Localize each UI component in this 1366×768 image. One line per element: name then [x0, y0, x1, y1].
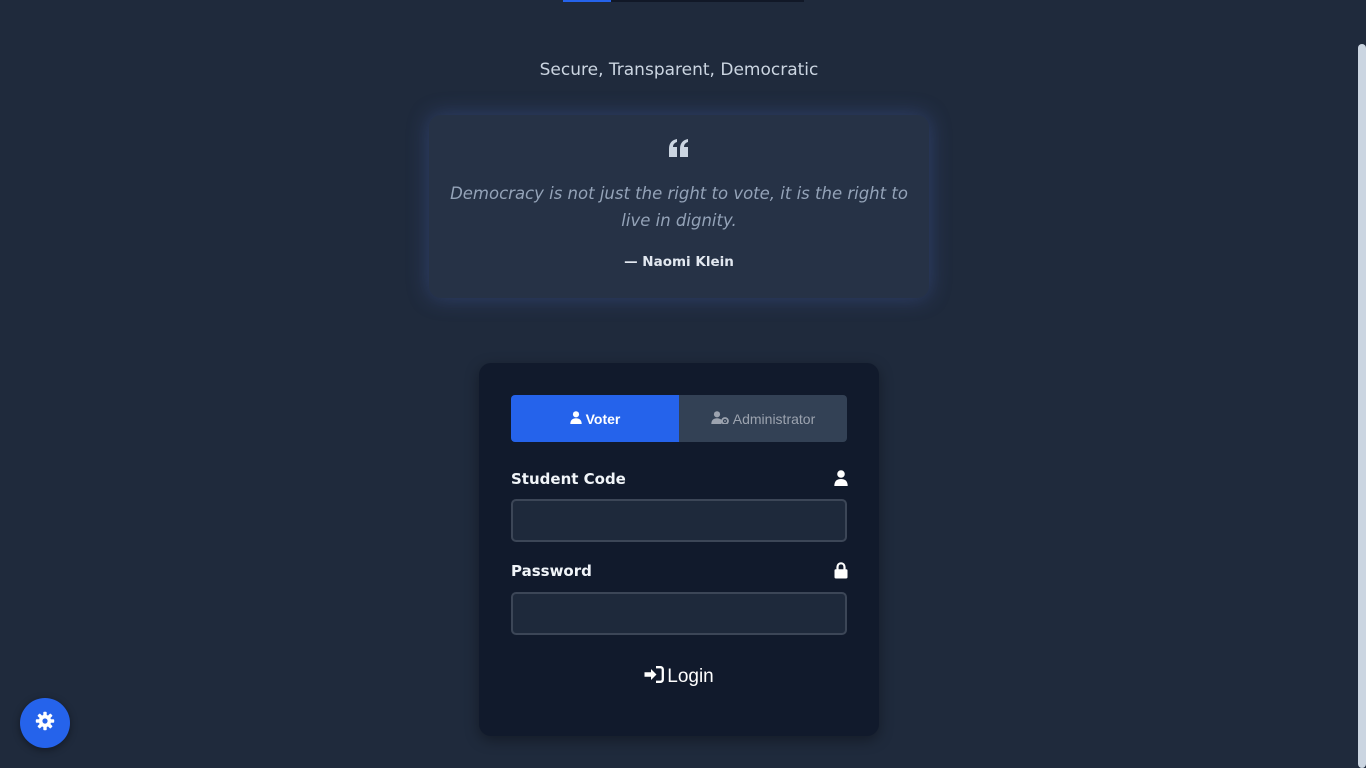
tab-voter-label: Voter [585, 410, 621, 427]
user-icon [569, 410, 582, 427]
tab-voter[interactable]: Voter [511, 395, 679, 442]
page: Secure, Transparent, Democratic Democrac… [0, 0, 1366, 768]
top-progress-strip [563, 0, 804, 2]
tagline: Secure, Transparent, Democratic [539, 60, 819, 80]
tab-administrator-label: Administrator [732, 410, 816, 427]
lock-icon [834, 562, 848, 584]
sign-in-icon [644, 665, 665, 689]
password-label: Password [511, 562, 592, 580]
password-input[interactable] [511, 592, 847, 635]
top-progress-fill [563, 0, 612, 2]
login-button-label: Login [667, 666, 714, 687]
scrollbar-thumb[interactable] [1358, 44, 1366, 768]
settings-button[interactable] [20, 698, 70, 748]
login-button[interactable]: Login [629, 661, 729, 693]
role-tabs: Voter Administrator [511, 395, 847, 442]
tab-administrator[interactable]: Administrator [679, 395, 847, 442]
scrollbar[interactable] [1358, 0, 1366, 768]
quote-left-icon [429, 139, 929, 159]
quote-card: Democracy is not just the right to vote,… [429, 115, 929, 298]
user-icon [834, 470, 848, 491]
gear-icon [35, 711, 55, 736]
quote-author: — Naomi Klein [624, 254, 734, 270]
user-gear-icon [711, 410, 729, 427]
student-code-input[interactable] [511, 499, 847, 542]
quote-text: Democracy is not just the right to vote,… [450, 184, 908, 230]
student-code-label: Student Code [511, 470, 626, 488]
login-card: Voter Administrator Student Code Passwor… [479, 363, 879, 736]
